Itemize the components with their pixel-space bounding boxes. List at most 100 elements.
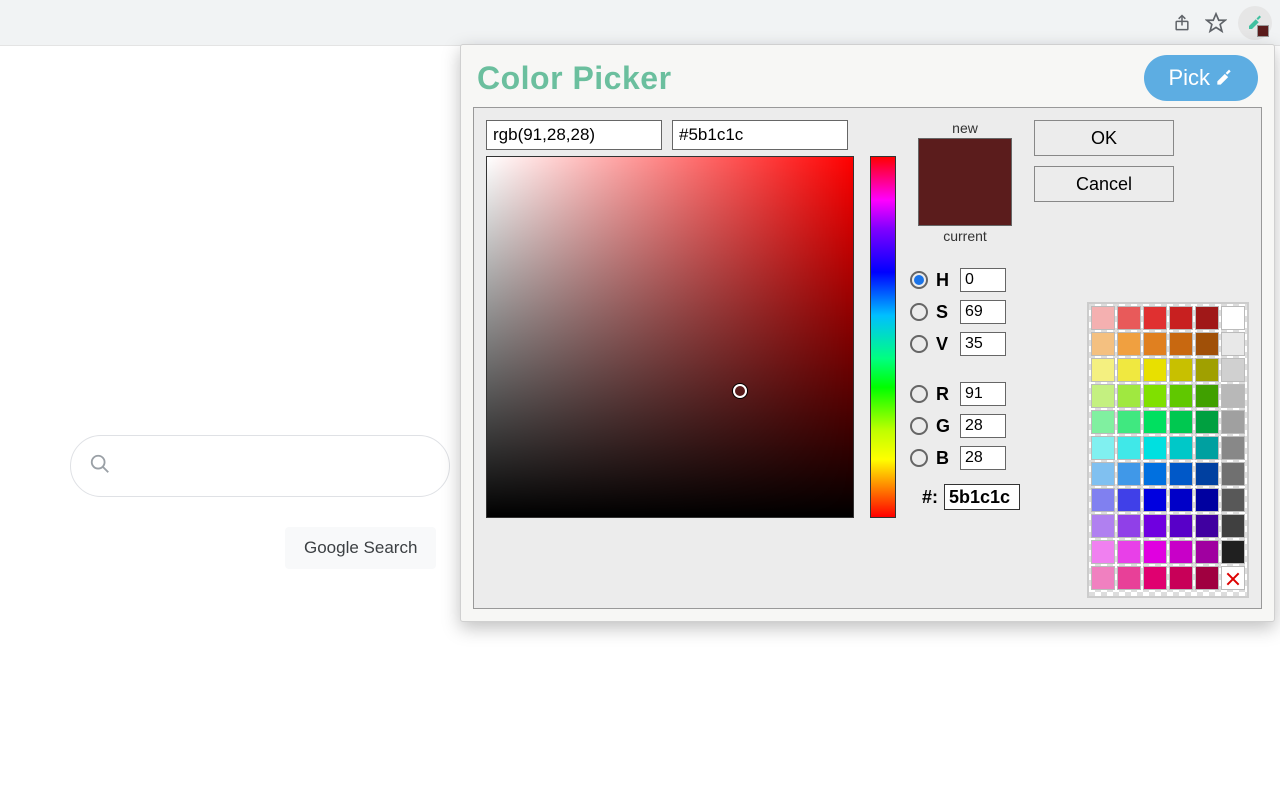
swatch[interactable] <box>1195 332 1219 356</box>
swatch[interactable] <box>1117 306 1141 330</box>
swatch[interactable] <box>1221 384 1245 408</box>
hex-input[interactable] <box>672 120 848 150</box>
swatch[interactable] <box>1169 566 1193 590</box>
swatch[interactable] <box>1221 514 1245 538</box>
swatch[interactable] <box>1117 462 1141 486</box>
swatch[interactable] <box>1169 384 1193 408</box>
swatch[interactable] <box>1143 384 1167 408</box>
swatch[interactable] <box>1169 462 1193 486</box>
swatch[interactable] <box>1195 488 1219 512</box>
swatch[interactable] <box>1091 410 1115 434</box>
swatch[interactable] <box>1221 358 1245 382</box>
swatch[interactable] <box>1117 566 1141 590</box>
label-r: R <box>936 384 952 405</box>
swatch[interactable] <box>1195 384 1219 408</box>
swatch[interactable] <box>1169 332 1193 356</box>
swatch[interactable] <box>1143 488 1167 512</box>
swatch[interactable] <box>1143 462 1167 486</box>
swatch[interactable] <box>1169 488 1193 512</box>
swatch[interactable] <box>1221 540 1245 564</box>
panel-title: Color Picker <box>477 60 672 97</box>
swatch[interactable] <box>1143 436 1167 460</box>
google-search-button[interactable]: Google Search <box>285 527 436 569</box>
ok-button[interactable]: OK <box>1034 120 1174 156</box>
radio-v[interactable] <box>910 335 928 353</box>
picker-body: new current H S V <box>473 107 1262 609</box>
swatch[interactable] <box>1169 514 1193 538</box>
swatch[interactable] <box>1117 514 1141 538</box>
swatch[interactable] <box>1091 306 1115 330</box>
swatch[interactable] <box>1169 540 1193 564</box>
swatch[interactable] <box>1143 514 1167 538</box>
pick-button[interactable]: Pick <box>1144 55 1258 101</box>
rgb-input[interactable] <box>486 120 662 150</box>
swatch[interactable] <box>1091 566 1115 590</box>
search-input[interactable] <box>70 435 450 497</box>
input-v[interactable] <box>960 332 1006 356</box>
swatch[interactable] <box>1091 462 1115 486</box>
input-g[interactable] <box>960 414 1006 438</box>
swatch[interactable] <box>1143 332 1167 356</box>
swatch[interactable] <box>1169 306 1193 330</box>
star-icon[interactable] <box>1204 11 1228 35</box>
swatch[interactable] <box>1143 306 1167 330</box>
swatch[interactable] <box>1117 384 1141 408</box>
swatch[interactable] <box>1195 540 1219 564</box>
swatch[interactable] <box>1195 410 1219 434</box>
swatch[interactable] <box>1117 410 1141 434</box>
swatch[interactable] <box>1143 540 1167 564</box>
swatch-palette <box>1087 302 1249 598</box>
input-r[interactable] <box>960 382 1006 406</box>
radio-b[interactable] <box>910 449 928 467</box>
swatch[interactable] <box>1117 540 1141 564</box>
swatch[interactable] <box>1091 488 1115 512</box>
swatch[interactable] <box>1091 514 1115 538</box>
swatch[interactable] <box>1195 566 1219 590</box>
share-icon[interactable] <box>1170 11 1194 35</box>
radio-s[interactable] <box>910 303 928 321</box>
swatch[interactable] <box>1221 462 1245 486</box>
swatch[interactable] <box>1091 540 1115 564</box>
swatch[interactable] <box>1221 488 1245 512</box>
swatch[interactable] <box>1117 358 1141 382</box>
input-s[interactable] <box>960 300 1006 324</box>
swatch[interactable] <box>1169 410 1193 434</box>
swatch[interactable] <box>1221 332 1245 356</box>
swatch[interactable] <box>1091 436 1115 460</box>
swatch[interactable] <box>1143 410 1167 434</box>
radio-g[interactable] <box>910 417 928 435</box>
swatch[interactable] <box>1117 488 1141 512</box>
color-preview <box>918 138 1012 226</box>
swatch[interactable] <box>1195 462 1219 486</box>
saturation-value-area[interactable] <box>486 156 854 518</box>
swatch[interactable] <box>1195 514 1219 538</box>
color-picker-panel: Color Picker Pick new current <box>460 44 1275 622</box>
swatch[interactable] <box>1143 358 1167 382</box>
input-h[interactable] <box>960 268 1006 292</box>
label-g: G <box>936 416 952 437</box>
sv-cursor[interactable] <box>733 384 747 398</box>
radio-h[interactable] <box>910 271 928 289</box>
swatch[interactable] <box>1091 358 1115 382</box>
swatch[interactable] <box>1143 566 1167 590</box>
hex-short-input[interactable] <box>944 484 1020 510</box>
radio-r[interactable] <box>910 385 928 403</box>
swatch[interactable] <box>1221 306 1245 330</box>
swatch[interactable] <box>1195 306 1219 330</box>
swatch[interactable] <box>1169 436 1193 460</box>
swatch[interactable] <box>1169 358 1193 382</box>
cancel-button[interactable]: Cancel <box>1034 166 1174 202</box>
swatch[interactable] <box>1221 566 1245 590</box>
swatch[interactable] <box>1221 436 1245 460</box>
hue-slider[interactable] <box>870 156 896 518</box>
swatch[interactable] <box>1117 332 1141 356</box>
label-b: B <box>936 448 952 469</box>
swatch[interactable] <box>1117 436 1141 460</box>
input-b[interactable] <box>960 446 1006 470</box>
swatch[interactable] <box>1221 410 1245 434</box>
swatch[interactable] <box>1091 384 1115 408</box>
swatch[interactable] <box>1091 332 1115 356</box>
extension-button[interactable] <box>1238 6 1272 40</box>
swatch[interactable] <box>1195 358 1219 382</box>
swatch[interactable] <box>1195 436 1219 460</box>
